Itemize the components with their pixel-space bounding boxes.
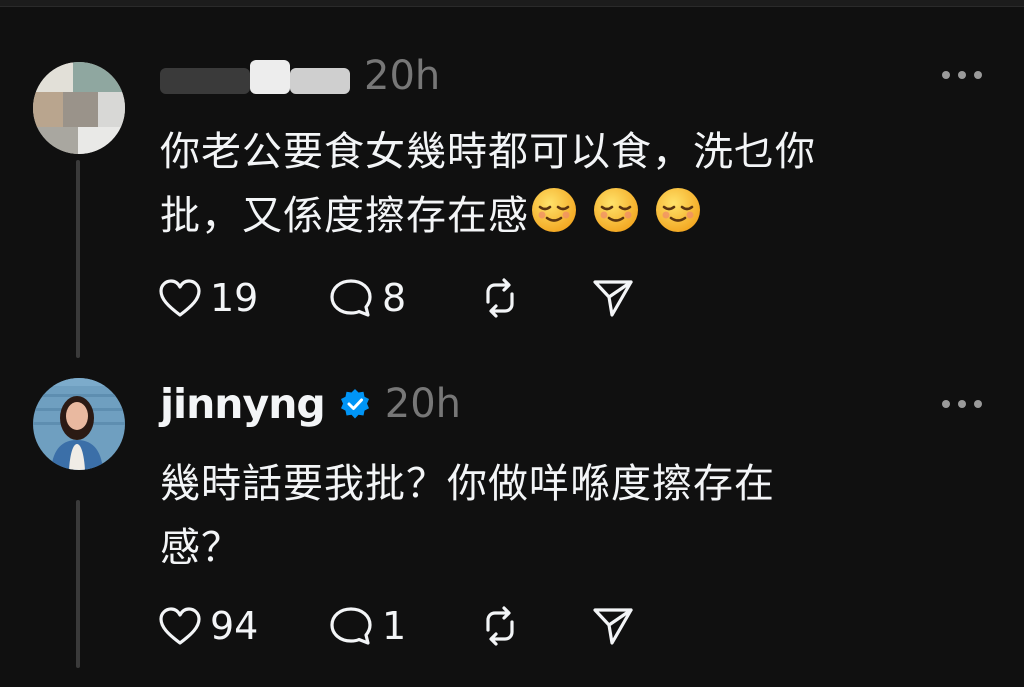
post-text: 幾時話要我批？你做咩喺度擦存在 感？ — [160, 452, 980, 580]
relieved-face-icon — [656, 188, 700, 232]
relieved-face-icon — [594, 188, 638, 232]
top-divider — [0, 0, 1024, 7]
post-text-line: 批，又係度擦存在感 — [160, 193, 529, 239]
timestamp: 20h — [384, 381, 461, 427]
share-button[interactable] — [590, 277, 636, 319]
like-count: 19 — [210, 276, 259, 320]
post-text: 你老公要食女幾時都可以食，洗乜你 批，又係度擦存在感 — [160, 120, 980, 248]
verified-badge-icon — [340, 389, 369, 419]
like-count: 94 — [210, 604, 259, 648]
username[interactable]: jinnyng — [160, 380, 326, 428]
post-header: jinnyng 20h — [160, 374, 461, 434]
comment-icon — [330, 607, 372, 645]
relieved-face-icon — [532, 188, 576, 232]
share-button[interactable] — [590, 605, 636, 647]
share-icon — [593, 280, 633, 317]
more-options-button[interactable] — [942, 397, 982, 411]
more-icon — [942, 400, 950, 408]
comment-count: 8 — [382, 276, 407, 320]
username-redacted[interactable] — [160, 58, 350, 94]
more-icon — [942, 71, 950, 79]
post-text-line: 感？ — [160, 525, 242, 571]
repost-icon — [486, 278, 514, 318]
timestamp: 20h — [364, 53, 441, 99]
repost-button[interactable] — [478, 604, 590, 648]
reply-post: 20h 你老公要食女幾時都可以食，洗乜你 批，又係度擦存在感 19 8 — [0, 40, 1024, 360]
comment-icon — [330, 279, 372, 317]
repost-button[interactable] — [478, 276, 590, 320]
post-actions: 94 1 — [158, 601, 636, 651]
heart-icon — [159, 607, 201, 645]
avatar[interactable] — [33, 378, 125, 470]
thread-line — [76, 160, 80, 358]
repost-icon — [486, 606, 514, 646]
post-text-line: 你老公要食女幾時都可以食，洗乜你 — [160, 129, 816, 175]
like-button[interactable]: 19 — [158, 276, 328, 320]
heart-icon — [159, 279, 201, 317]
post-text-line: 幾時話要我批？你做咩喺度擦存在 — [160, 461, 775, 507]
thread-line — [76, 500, 80, 668]
author-reply-post: jinnyng 20h 幾時話要我批？你做咩喺度擦存在 感？ 94 1 — [0, 372, 1024, 687]
avatar[interactable] — [33, 62, 125, 154]
post-text-line-2: 批，又係度擦存在感 — [160, 184, 980, 248]
comment-button[interactable]: 1 — [328, 604, 478, 648]
share-icon — [593, 608, 633, 645]
comment-button[interactable]: 8 — [328, 276, 478, 320]
like-button[interactable]: 94 — [158, 604, 328, 648]
post-actions: 19 8 — [158, 273, 636, 323]
post-header: 20h — [160, 46, 440, 106]
comment-count: 1 — [382, 604, 407, 648]
emoji-group — [529, 188, 715, 239]
more-options-button[interactable] — [942, 68, 982, 82]
